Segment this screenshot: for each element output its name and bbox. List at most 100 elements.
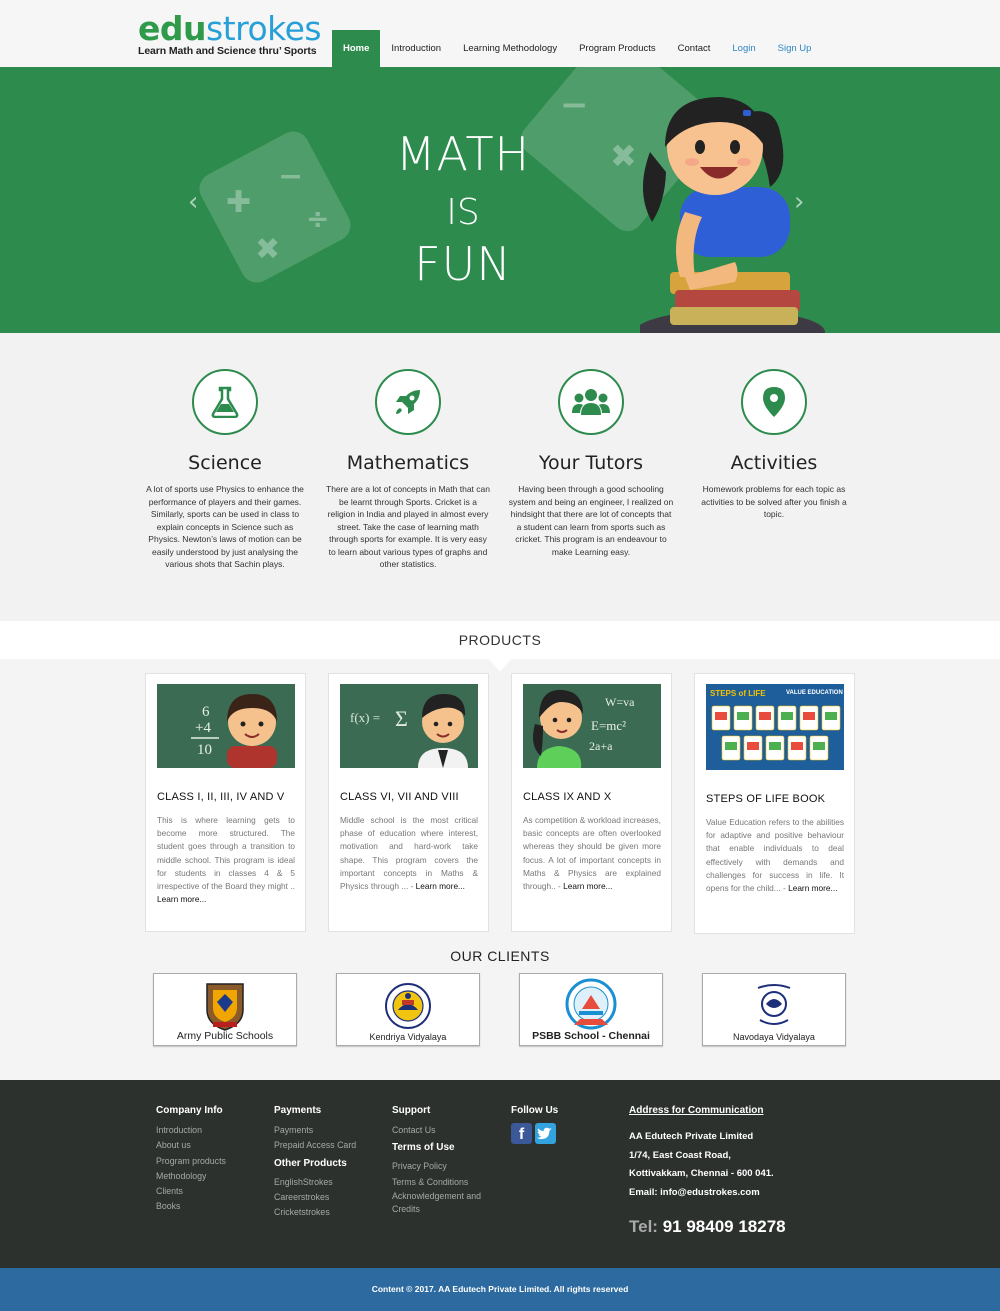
feature-title: Science [188,452,262,474]
client-psbb-school-chennai[interactable]: PSBB School - Chennai [519,973,663,1046]
product-title: CLASS VI, VII AND VIII [340,791,459,803]
footer-link[interactable]: Contact Us [392,1123,497,1138]
feature-text: Having been through a good schooling sys… [508,484,674,557]
footer-heading: Payments [274,1105,322,1116]
client-army-public-schools[interactable]: Army Public Schools [153,973,297,1046]
footer-link[interactable]: About us [156,1138,226,1153]
email-line[interactable]: Email: info@edustrokes.com [629,1184,774,1203]
logo-tagline: Learn Math and Science thru’ Sports [138,45,317,57]
nav-sign-up[interactable]: Sign Up [767,30,823,67]
psbb-school-logo [565,978,617,1030]
products-notch [488,658,512,672]
product-card-class-6-8[interactable]: f(x) = Σ CLASS VI, VII AND VIII Middle s… [328,673,489,932]
learn-more-link[interactable]: Learn more... [788,883,837,893]
product-text: This is where learning gets to become mo… [157,815,295,905]
footer-support: Support Contact Us Terms of Use Privacy … [392,1105,497,1216]
product-card-steps-of-life[interactable]: STEPS of LIFE VALUE EDUCATION STEPS OF L… [694,673,855,934]
footer-link[interactable]: Privacy Policy [392,1159,497,1174]
hero-line-math: MATH [395,127,531,181]
footer-link[interactable]: Prepaid Access Card [274,1138,356,1153]
client-name: Kendriya Vidyalaya [369,1032,447,1042]
footer-subheading: Other Products [274,1157,347,1169]
address-heading: Address for Communication [629,1105,764,1116]
feature-text: Homework problems for each topic as acti… [701,484,847,519]
copyright-bar: Content © 2017. AA Edutech Private Limit… [0,1268,1000,1311]
learn-more-link[interactable]: Learn more... [416,881,465,891]
footer-link[interactable]: Terms & Conditions [392,1175,497,1190]
hero-line-is: IS [446,192,480,233]
slider-prev-arrow[interactable]: ‹ [188,187,198,217]
book-title-text: STEPS of LIFE [710,689,766,698]
nav-contact[interactable]: Contact [667,30,722,67]
book-sub-text: VALUE EDUCATION [786,690,843,696]
telephone[interactable]: Tel: 91 98409 18278 [629,1217,786,1237]
feature-circle [741,369,807,435]
footer-link[interactable]: EnglishStrokes [274,1175,356,1190]
feature-science: Science A lot of sports use Physics to e… [142,369,308,571]
product-title: STEPS OF LIFE BOOK [706,793,826,805]
feature-title: Mathematics [346,452,470,474]
learn-more-link[interactable]: Learn more... [157,894,206,904]
footer-heading: Support [392,1105,431,1116]
nav-program-products[interactable]: Program Products [568,30,667,67]
learn-more-link[interactable]: Learn more... [563,881,612,891]
products-heading: PRODUCTS [458,632,542,648]
product-card-class-9-10[interactable]: W=va E=mc² 2a+a CLASS IX AND X As compet… [511,673,672,932]
product-card-class-1-5[interactable]: 6 +4 10 CLASS I, II, III, IV AND V This … [145,673,306,932]
chalk-text: E=mc² [591,718,626,733]
address-line: Kottivakkam, Chennai - 600 041. [629,1168,774,1179]
feature-circle [375,369,441,435]
multiply-icon: ✖ [255,232,281,267]
chalk-text: +4 [195,720,211,736]
feature-title: Your Tutors [538,452,644,474]
footer-link[interactable]: Cricketstrokes [274,1205,356,1220]
chalk-text: f(x) = [350,710,380,725]
client-name: PSBB School - Chennai [532,1030,650,1042]
footer-payments: Payments Payments Prepaid Access Card Ot… [274,1105,356,1220]
footer-link[interactable]: Acknowledgement and Credits [392,1190,497,1216]
footer-link[interactable]: Payments [274,1123,356,1138]
facebook-icon[interactable]: f [511,1123,532,1144]
feature-activities: Activities Homework problems for each to… [691,369,857,521]
minus-icon: − [278,159,304,194]
feature-text: A lot of sports use Physics to enhance t… [146,484,304,569]
footer-company-info: Company Info Introduction About us Progr… [156,1105,226,1215]
footer-subheading[interactable]: Terms of Use [392,1142,497,1153]
footer-link[interactable]: Careerstrokes [274,1190,356,1205]
client-kendriya-vidyalaya[interactable]: Kendriya Vidyalaya [336,973,480,1046]
client-name: Navodaya Vidyalaya [733,1032,815,1042]
feature-your-tutors: Your Tutors Having been through a good s… [508,369,674,558]
footer-link[interactable]: Program products [156,1154,226,1169]
tel-label: Tel: [629,1217,658,1236]
minus-icon: − [560,85,589,125]
clients-heading: OUR CLIENTS [450,948,550,964]
product-text: Middle school is the most critical phase… [340,815,478,892]
twitter-icon[interactable] [535,1123,556,1144]
footer-link[interactable]: Methodology [156,1169,226,1184]
plus-icon: ✚ [226,185,252,220]
product-image: STEPS of LIFE VALUE EDUCATION [706,684,844,770]
feature-mathematics: Mathematics There are a lot of concepts … [325,369,491,571]
main-nav: Home Introduction Learning Methodology P… [332,30,822,67]
site-footer: Company Info Introduction About us Progr… [0,1080,1000,1268]
hero-slider: ✚ − ÷ ✖ − ✖ ‹ › MATH IS FUN [0,67,1000,333]
footer-heading: Follow Us [511,1105,559,1116]
product-title: CLASS I, II, III, IV AND V [157,791,285,803]
nav-login[interactable]: Login [721,30,766,67]
nav-introduction[interactable]: Introduction [380,30,452,67]
tel-number: 91 98409 18278 [662,1217,786,1236]
footer-link[interactable]: Introduction [156,1123,226,1138]
client-navodaya-vidyalaya[interactable]: Navodaya Vidyalaya [702,973,846,1046]
footer-heading: Company Info [156,1105,223,1116]
product-image: f(x) = Σ [340,684,478,768]
nav-learning-methodology[interactable]: Learning Methodology [452,30,568,67]
footer-follow-us: Follow Us f [511,1105,558,1144]
footer-link[interactable]: Clients [156,1184,226,1199]
features-section: Science A lot of sports use Physics to e… [0,333,1000,621]
feature-circle [192,369,258,435]
nav-home[interactable]: Home [332,30,381,67]
footer-link[interactable]: Books [156,1199,226,1214]
logo-strokes-text: strokes [206,9,322,48]
site-logo[interactable]: edustrokes Learn Math and Science thru’ … [138,12,322,57]
logo-edu-text: edu [138,9,207,48]
